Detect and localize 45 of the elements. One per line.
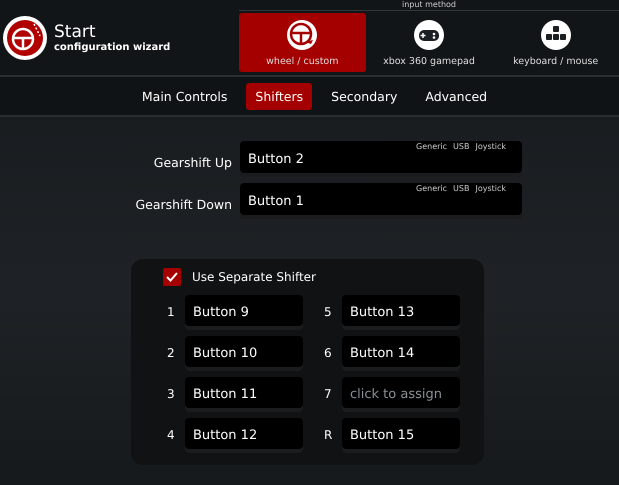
device-name: Generic	[416, 142, 448, 151]
checkbox[interactable]	[163, 268, 181, 286]
device-name: Generic	[416, 184, 448, 193]
checkmark-icon	[166, 272, 178, 282]
input-method-tile[interactable]: keyboard / mouse	[492, 13, 619, 72]
steering-wheel-logo-icon	[2, 14, 48, 60]
gear-number: 1	[167, 304, 176, 321]
app-title: Start	[54, 22, 97, 42]
input-method-tile[interactable]: wheel / custom	[239, 13, 366, 72]
gamepad-icon	[412, 18, 446, 52]
section-label: input method	[402, 0, 456, 10]
gear-number: 6	[324, 345, 333, 362]
binding-field[interactable]: Button 2 Generic USB Joystick	[240, 141, 522, 177]
tab[interactable]: Main Controls	[132, 82, 236, 110]
gear-binding-field[interactable]: Button 13	[342, 295, 460, 330]
device-name: USB	[453, 184, 470, 193]
device-name: Joystick	[475, 184, 506, 193]
gear-binding-field[interactable]: Button 14	[342, 336, 460, 371]
app-subtitle: configuration wizard	[54, 42, 170, 52]
device-name: Joystick	[475, 142, 506, 151]
binding-value: Button 2	[248, 152, 304, 166]
steering-wheel-icon	[285, 18, 320, 52]
gear-binding-field[interactable]: Button 15	[342, 418, 460, 453]
gear-binding-field[interactable]: Button 11	[185, 377, 303, 412]
gear-binding-field[interactable]: Button 12	[185, 418, 303, 453]
binding-field[interactable]: Button 1 Generic USB Joystick	[240, 183, 522, 219]
gear-binding-field[interactable]: click to assign	[342, 377, 460, 412]
gear-number: 7	[324, 386, 333, 403]
gear-number: 2	[167, 345, 176, 362]
binding-label: Gearshift Up	[152, 154, 232, 170]
gear-number: 3	[167, 386, 176, 403]
gear-number: 5	[324, 304, 333, 321]
arrow-keys-icon	[538, 18, 573, 52]
checkbox-label: Use Separate Shifter	[192, 270, 316, 284]
gear-number: R	[324, 427, 334, 444]
input-method-tile[interactable]: xbox 360 gamepad	[366, 13, 492, 72]
gear-binding-field[interactable]: Button 10	[185, 336, 303, 371]
binding-value: Button 1	[248, 194, 304, 208]
tab[interactable]: Secondary	[322, 82, 406, 110]
device-name: USB	[453, 142, 470, 151]
tab[interactable]: Advanced	[416, 82, 496, 110]
binding-label: Gearshift Down	[134, 196, 232, 212]
gear-binding-field[interactable]: Button 9	[185, 295, 303, 330]
tab[interactable]: Shifters	[246, 82, 312, 110]
gear-number: 4	[167, 427, 176, 444]
